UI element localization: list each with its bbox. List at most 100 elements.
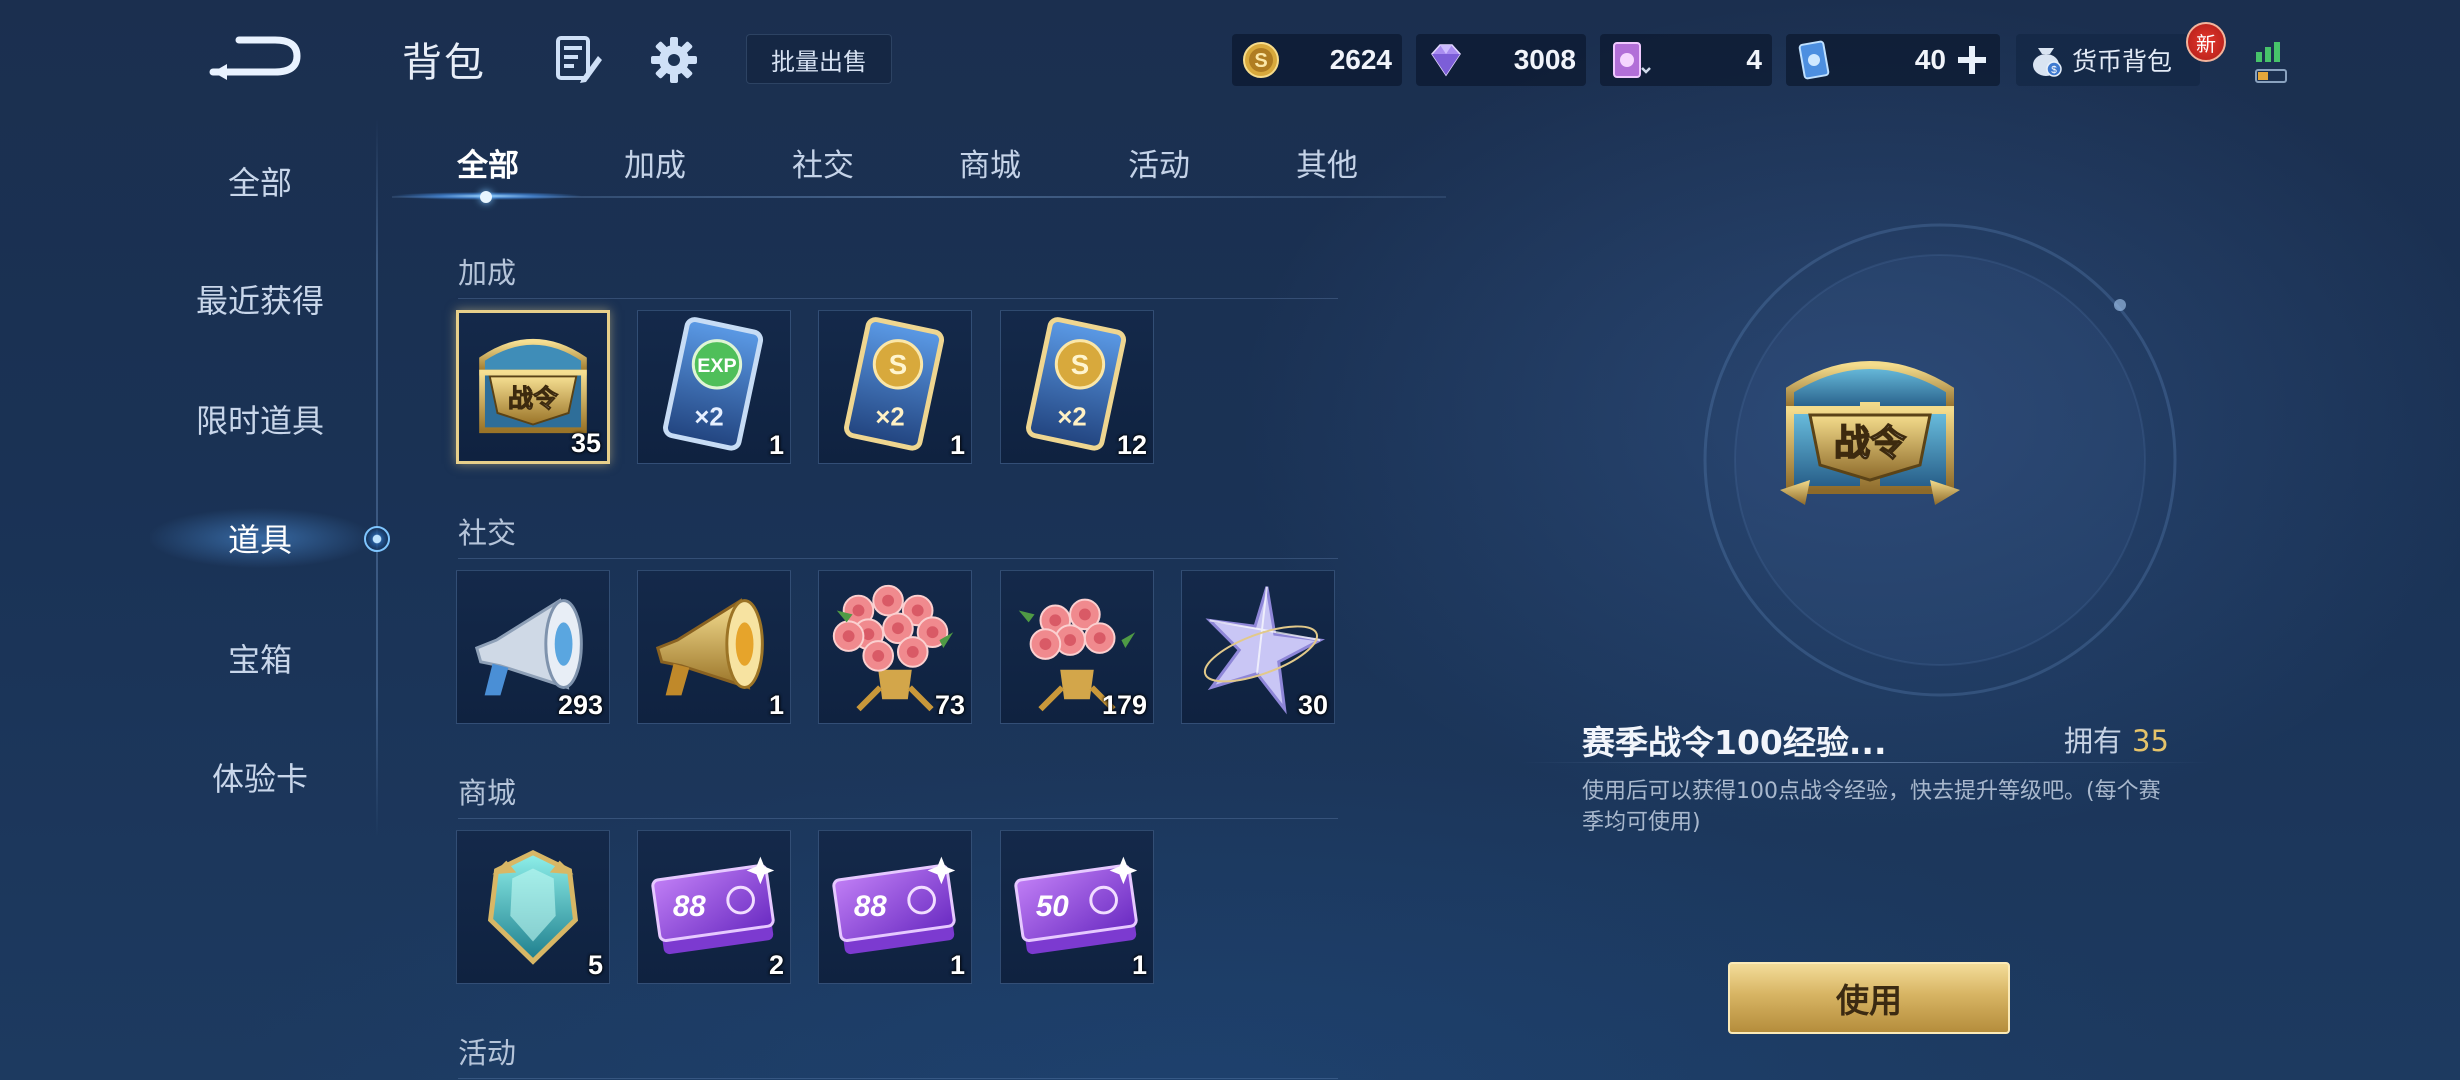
section-label-0: 加成 <box>458 256 517 290</box>
item-slot[interactable]: S ×2 12 <box>1000 310 1154 464</box>
sidebar-item-0[interactable]: 全部 <box>150 146 370 216</box>
svg-text:88: 88 <box>673 890 706 923</box>
svg-text:88: 88 <box>854 890 887 923</box>
svg-text:×2: ×2 <box>1057 403 1086 431</box>
sidebar-item-4[interactable]: 宝箱 <box>150 623 370 693</box>
item-count: 1 <box>768 690 784 720</box>
section-divider <box>458 298 1338 299</box>
card-amount: 4 <box>1746 44 1762 75</box>
svg-text:S: S <box>889 349 907 380</box>
detail-divider <box>1520 762 2210 763</box>
network-signal-icon <box>2255 42 2287 83</box>
section-label-1: 社交 <box>458 516 517 550</box>
item-count: 1 <box>768 430 784 460</box>
svg-text:$: $ <box>2051 65 2057 76</box>
item-count: 2 <box>768 950 784 980</box>
use-button[interactable]: 使用 <box>1728 962 2010 1034</box>
item-slot[interactable]: EXP ×2 1 <box>637 310 791 464</box>
item-count: 73 <box>934 690 965 720</box>
svg-text:S: S <box>1254 50 1267 72</box>
currency-wallet-label: 货币背包 <box>2072 47 2173 76</box>
purple-card-icon <box>1613 42 1651 78</box>
sidebar-item-2[interactable]: 限时道具 <box>150 384 370 454</box>
ticket-amount: 40 <box>1914 44 1946 75</box>
back-arrow-icon <box>209 36 301 80</box>
section-label-2: 商城 <box>458 776 517 810</box>
item-slot[interactable]: 50 1 <box>1000 830 1154 984</box>
gold-double-card-icon: S ×2 <box>844 317 945 451</box>
item-slot[interactable]: 88 1 <box>818 830 972 984</box>
gem-amount: 3008 <box>1513 44 1576 75</box>
section-label-3: 活动 <box>458 1036 517 1070</box>
tab-5[interactable]: 其他 <box>1262 140 1392 185</box>
item-count: 35 <box>570 428 601 458</box>
item-slot[interactable]: 1 <box>637 570 791 724</box>
blue-ticket-icon <box>1798 40 1830 80</box>
section-divider <box>458 1078 1338 1079</box>
tab-0[interactable]: 全部 <box>423 140 553 185</box>
gem-currency: 3008 <box>1416 34 1586 86</box>
gold-coin-icon: S <box>1243 42 1279 78</box>
card-currency[interactable]: 4 <box>1600 34 1772 86</box>
detail-owned-count: 拥有 35 <box>2064 718 2169 760</box>
owned-number: 35 <box>2132 724 2169 758</box>
item-slot[interactable]: 30 <box>1181 570 1335 724</box>
tab-2[interactable]: 社交 <box>758 140 888 185</box>
teal-crystal-badge-icon <box>487 849 579 965</box>
item-slot[interactable]: S ×2 1 <box>818 310 972 464</box>
detail-item-title: 赛季战令100经验... <box>1582 723 1887 762</box>
svg-text:EXP: EXP <box>697 355 737 377</box>
sidebar-item-3[interactable]: 道具 <box>150 503 370 573</box>
sidebar-active-indicator <box>364 526 390 552</box>
svg-text:×2: ×2 <box>694 403 723 431</box>
page-title: 背包 <box>402 40 486 86</box>
currency-wallet-button[interactable]: $ 货币背包 <box>2016 34 2200 86</box>
owned-label: 拥有 <box>2064 724 2123 758</box>
item-slot[interactable]: 293 <box>456 570 610 724</box>
tab-active-dot <box>480 191 492 203</box>
sidebar-divider <box>376 118 378 838</box>
item-slot[interactable]: 战令 35 <box>456 310 610 464</box>
gold-megaphone-icon <box>655 598 764 696</box>
edit-icon[interactable] <box>552 34 604 86</box>
item-count: 5 <box>587 950 603 980</box>
svg-text:S: S <box>1071 349 1089 380</box>
item-count: 12 <box>1116 430 1147 460</box>
new-badge: 新 <box>2186 22 2226 62</box>
item-slot[interactable]: 88 2 <box>637 830 791 984</box>
battle-pass-chest-large-icon: 战令 <box>1780 361 1960 505</box>
svg-text:50: 50 <box>1036 890 1069 923</box>
tab-3[interactable]: 商城 <box>925 140 1055 185</box>
section-divider <box>458 558 1338 559</box>
item-count: 179 <box>1101 690 1147 720</box>
item-slot[interactable]: 179 <box>1000 570 1154 724</box>
item-count: 30 <box>1297 690 1328 720</box>
gold-amount: 2624 <box>1329 44 1392 75</box>
tab-1[interactable]: 加成 <box>590 140 720 185</box>
money-bag-icon: $ <box>2033 48 2062 77</box>
svg-text:战令: 战令 <box>508 384 559 413</box>
svg-text:战令: 战令 <box>1834 423 1907 464</box>
svg-text:×2: ×2 <box>875 403 904 431</box>
item-count: 293 <box>557 690 603 720</box>
section-divider <box>458 818 1338 819</box>
back-button[interactable] <box>205 28 305 88</box>
tab-4[interactable]: 活动 <box>1094 140 1224 185</box>
purple-coupon-88-icon: 88 <box>832 856 956 955</box>
plus-icon[interactable] <box>1954 42 1990 78</box>
gold-currency: S 2624 <box>1232 34 1402 86</box>
item-count: 1 <box>1131 950 1147 980</box>
item-slot[interactable]: 73 <box>818 570 972 724</box>
sidebar-item-5[interactable]: 体验卡 <box>150 742 370 812</box>
diamond-icon <box>1431 44 1461 77</box>
item-slot[interactable]: 5 <box>456 830 610 984</box>
gear-icon[interactable] <box>648 34 700 86</box>
sidebar-item-1[interactable]: 最近获得 <box>150 264 370 334</box>
item-count: 1 <box>949 430 965 460</box>
item-count: 1 <box>949 950 965 980</box>
purple-coupon-88-icon: 88 <box>651 856 775 955</box>
ticket-currency: 40 <box>1786 34 2000 86</box>
batch-sell-button[interactable]: 批量出售 <box>746 34 892 84</box>
purple-coupon-50-icon: 50 <box>1014 856 1138 955</box>
detail-description: 使用后可以获得100点战令经验，快去提升等级吧。(每个赛季均可使用) <box>1582 779 2161 835</box>
